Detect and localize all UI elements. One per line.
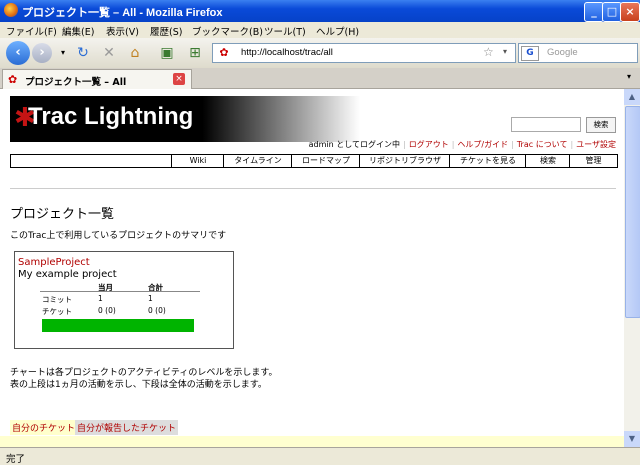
bookmark-add-icon[interactable]: ⊞ xyxy=(186,44,204,62)
row-ticket-month: 0 (0) xyxy=(98,306,116,315)
main-nav: Wiki タイムライン ロードマップ リポジトリブラウザ チケットを見る 検索 … xyxy=(10,154,618,168)
nav-timeline[interactable]: タイムライン xyxy=(223,155,292,167)
minimize-button[interactable]: _ xyxy=(584,2,604,22)
page-content: ✱ Trac Lightning 検索 admin としてログイン中 | ログアウト… xyxy=(0,89,624,447)
url-dropdown-icon[interactable]: ▾ xyxy=(503,47,507,56)
logout-link[interactable]: ログアウト xyxy=(409,140,449,149)
help-link[interactable]: ヘルプ/ガイド xyxy=(457,140,508,149)
row-ticket-total: 0 (0) xyxy=(148,306,166,315)
window-titlebar: プロジェクト一覧 – All - Mozilla Firefox _ □ × xyxy=(0,0,640,22)
table-header-rule xyxy=(40,291,200,292)
menu-help[interactable]: ヘルプ(H) xyxy=(316,24,359,38)
scroll-up-icon[interactable]: ▲ xyxy=(624,89,640,105)
search-placeholder: Google xyxy=(547,47,578,58)
footer-strip xyxy=(0,436,624,447)
menu-bookmarks[interactable]: ブックマーク(B) xyxy=(192,24,263,38)
site-favicon-icon: ✿ xyxy=(219,46,229,59)
page-title: プロジェクト一覧 xyxy=(10,207,115,222)
row-commit-month: 1 xyxy=(98,294,103,303)
reload-icon[interactable]: ↻ xyxy=(74,44,92,62)
star-icon[interactable]: ☆ xyxy=(483,45,494,59)
tab-active[interactable]: ✿ プロジェクト一覧 – All × xyxy=(2,69,192,89)
new-tab-icon[interactable]: ▣ xyxy=(158,44,176,62)
project-name-link[interactable]: SampleProject xyxy=(18,257,90,268)
nav-search[interactable]: 検索 xyxy=(525,155,570,167)
url-bar[interactable]: ✿ http://localhost/trac/all ☆ ▾ xyxy=(212,43,516,63)
firefox-icon xyxy=(4,3,18,17)
status-bar: 完了 xyxy=(0,447,640,465)
close-window-button[interactable]: × xyxy=(620,2,640,22)
url-text: http://localhost/trac/all xyxy=(241,47,333,58)
menu-edit[interactable]: 編集(E) xyxy=(62,24,94,38)
menu-tools[interactable]: ツール(T) xyxy=(264,24,306,38)
tab-favicon-icon: ✿ xyxy=(8,73,18,86)
status-text: 完了 xyxy=(6,454,26,465)
trac-banner[interactable]: ✱ Trac Lightning xyxy=(10,96,360,142)
row-commit-total: 1 xyxy=(148,294,153,303)
maximize-button[interactable]: □ xyxy=(602,2,622,22)
stop-icon[interactable]: ✕ xyxy=(100,44,118,62)
vertical-scrollbar[interactable]: ▲ ▼ xyxy=(624,89,640,447)
nav-tickets[interactable]: チケットを見る xyxy=(449,155,526,167)
reported-tickets-link[interactable]: 自分が報告したチケット xyxy=(75,420,179,435)
nav-roadmap[interactable]: ロードマップ xyxy=(291,155,360,167)
menu-view[interactable]: 表示(V) xyxy=(106,24,139,38)
meta-nav: admin としてログイン中 | ログアウト | ヘルプ/ガイド | Trac について | ユ… xyxy=(308,140,616,149)
home-icon[interactable]: ⌂ xyxy=(126,44,144,62)
history-dropdown-icon[interactable]: ▾ xyxy=(54,44,72,62)
tab-label: プロジェクト一覧 – All xyxy=(25,77,127,88)
nav-wiki[interactable]: Wiki xyxy=(171,155,224,167)
row-ticket-label: チケット xyxy=(42,307,72,316)
tab-list-icon[interactable]: ▾ xyxy=(627,72,631,81)
nav-browser[interactable]: リポジトリブラウザ xyxy=(359,155,450,167)
quick-search-input[interactable] xyxy=(511,117,581,132)
menu-file[interactable]: ファイル(F) xyxy=(6,24,57,38)
search-bar[interactable]: G Google xyxy=(518,43,638,63)
page-description: このTrac上で利用しているプロジェクトのサマリです xyxy=(10,231,227,241)
tab-close-icon[interactable]: × xyxy=(173,73,185,85)
nav-admin[interactable]: 管理 xyxy=(569,155,617,167)
forward-button[interactable]: › xyxy=(32,43,52,63)
about-trac-link[interactable]: Trac について xyxy=(517,140,568,149)
chart-note-line2: 表の上段は1ヵ月の活動を示し、下段は全体の活動を示します。 xyxy=(10,380,267,390)
logged-in-user: admin としてログイン中 xyxy=(308,140,401,149)
row-commit-label: コミット xyxy=(42,295,72,304)
my-tickets-link[interactable]: 自分のチケット xyxy=(10,420,78,435)
quick-search-button[interactable]: 検索 xyxy=(586,117,616,133)
scroll-thumb[interactable] xyxy=(625,106,640,318)
scroll-down-icon[interactable]: ▼ xyxy=(624,431,640,447)
divider xyxy=(10,188,616,189)
back-button[interactable]: ‹ xyxy=(6,41,30,65)
activity-bar xyxy=(42,319,194,332)
menu-history[interactable]: 履歴(S) xyxy=(150,24,182,38)
trac-logo-text: Trac Lightning xyxy=(28,103,194,130)
search-engine-icon[interactable]: G xyxy=(521,46,539,61)
preferences-link[interactable]: ユーザ設定 xyxy=(576,140,616,149)
menu-bar: ファイル(F) 編集(E) 表示(V) 履歴(S) ブックマーク(B) ツール(… xyxy=(0,22,640,38)
window-title: プロジェクト一覧 – All - Mozilla Firefox xyxy=(22,7,223,19)
project-description: My example project xyxy=(18,269,117,280)
